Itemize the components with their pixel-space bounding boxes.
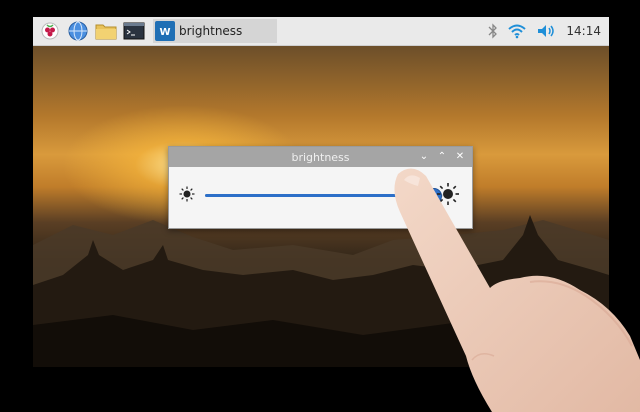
svg-text:W: W — [159, 27, 170, 38]
file-manager-icon[interactable] — [95, 20, 117, 42]
minimize-icon[interactable]: ⌄ — [418, 151, 430, 163]
waveshare-app-icon: W — [155, 21, 175, 41]
taskbar-app-brightness[interactable]: W brightness — [153, 19, 277, 43]
finger-photo-overlay — [394, 168, 640, 412]
close-icon[interactable]: ✕ — [454, 151, 466, 163]
web-browser-icon[interactable] — [67, 20, 89, 42]
volume-icon[interactable] — [536, 23, 556, 39]
clock: 14:14 — [566, 24, 601, 38]
brightness-low-icon — [179, 186, 195, 202]
wifi-icon[interactable] — [508, 23, 527, 39]
raspberry-pi-menu-icon[interactable] — [39, 20, 61, 42]
taskbar: W brightness 14:14 — [33, 17, 609, 46]
taskbar-app-label: brightness — [179, 24, 243, 38]
maximize-icon[interactable]: ⌃ — [436, 151, 448, 163]
bluetooth-icon[interactable] — [488, 23, 498, 39]
terminal-icon[interactable] — [123, 20, 145, 42]
